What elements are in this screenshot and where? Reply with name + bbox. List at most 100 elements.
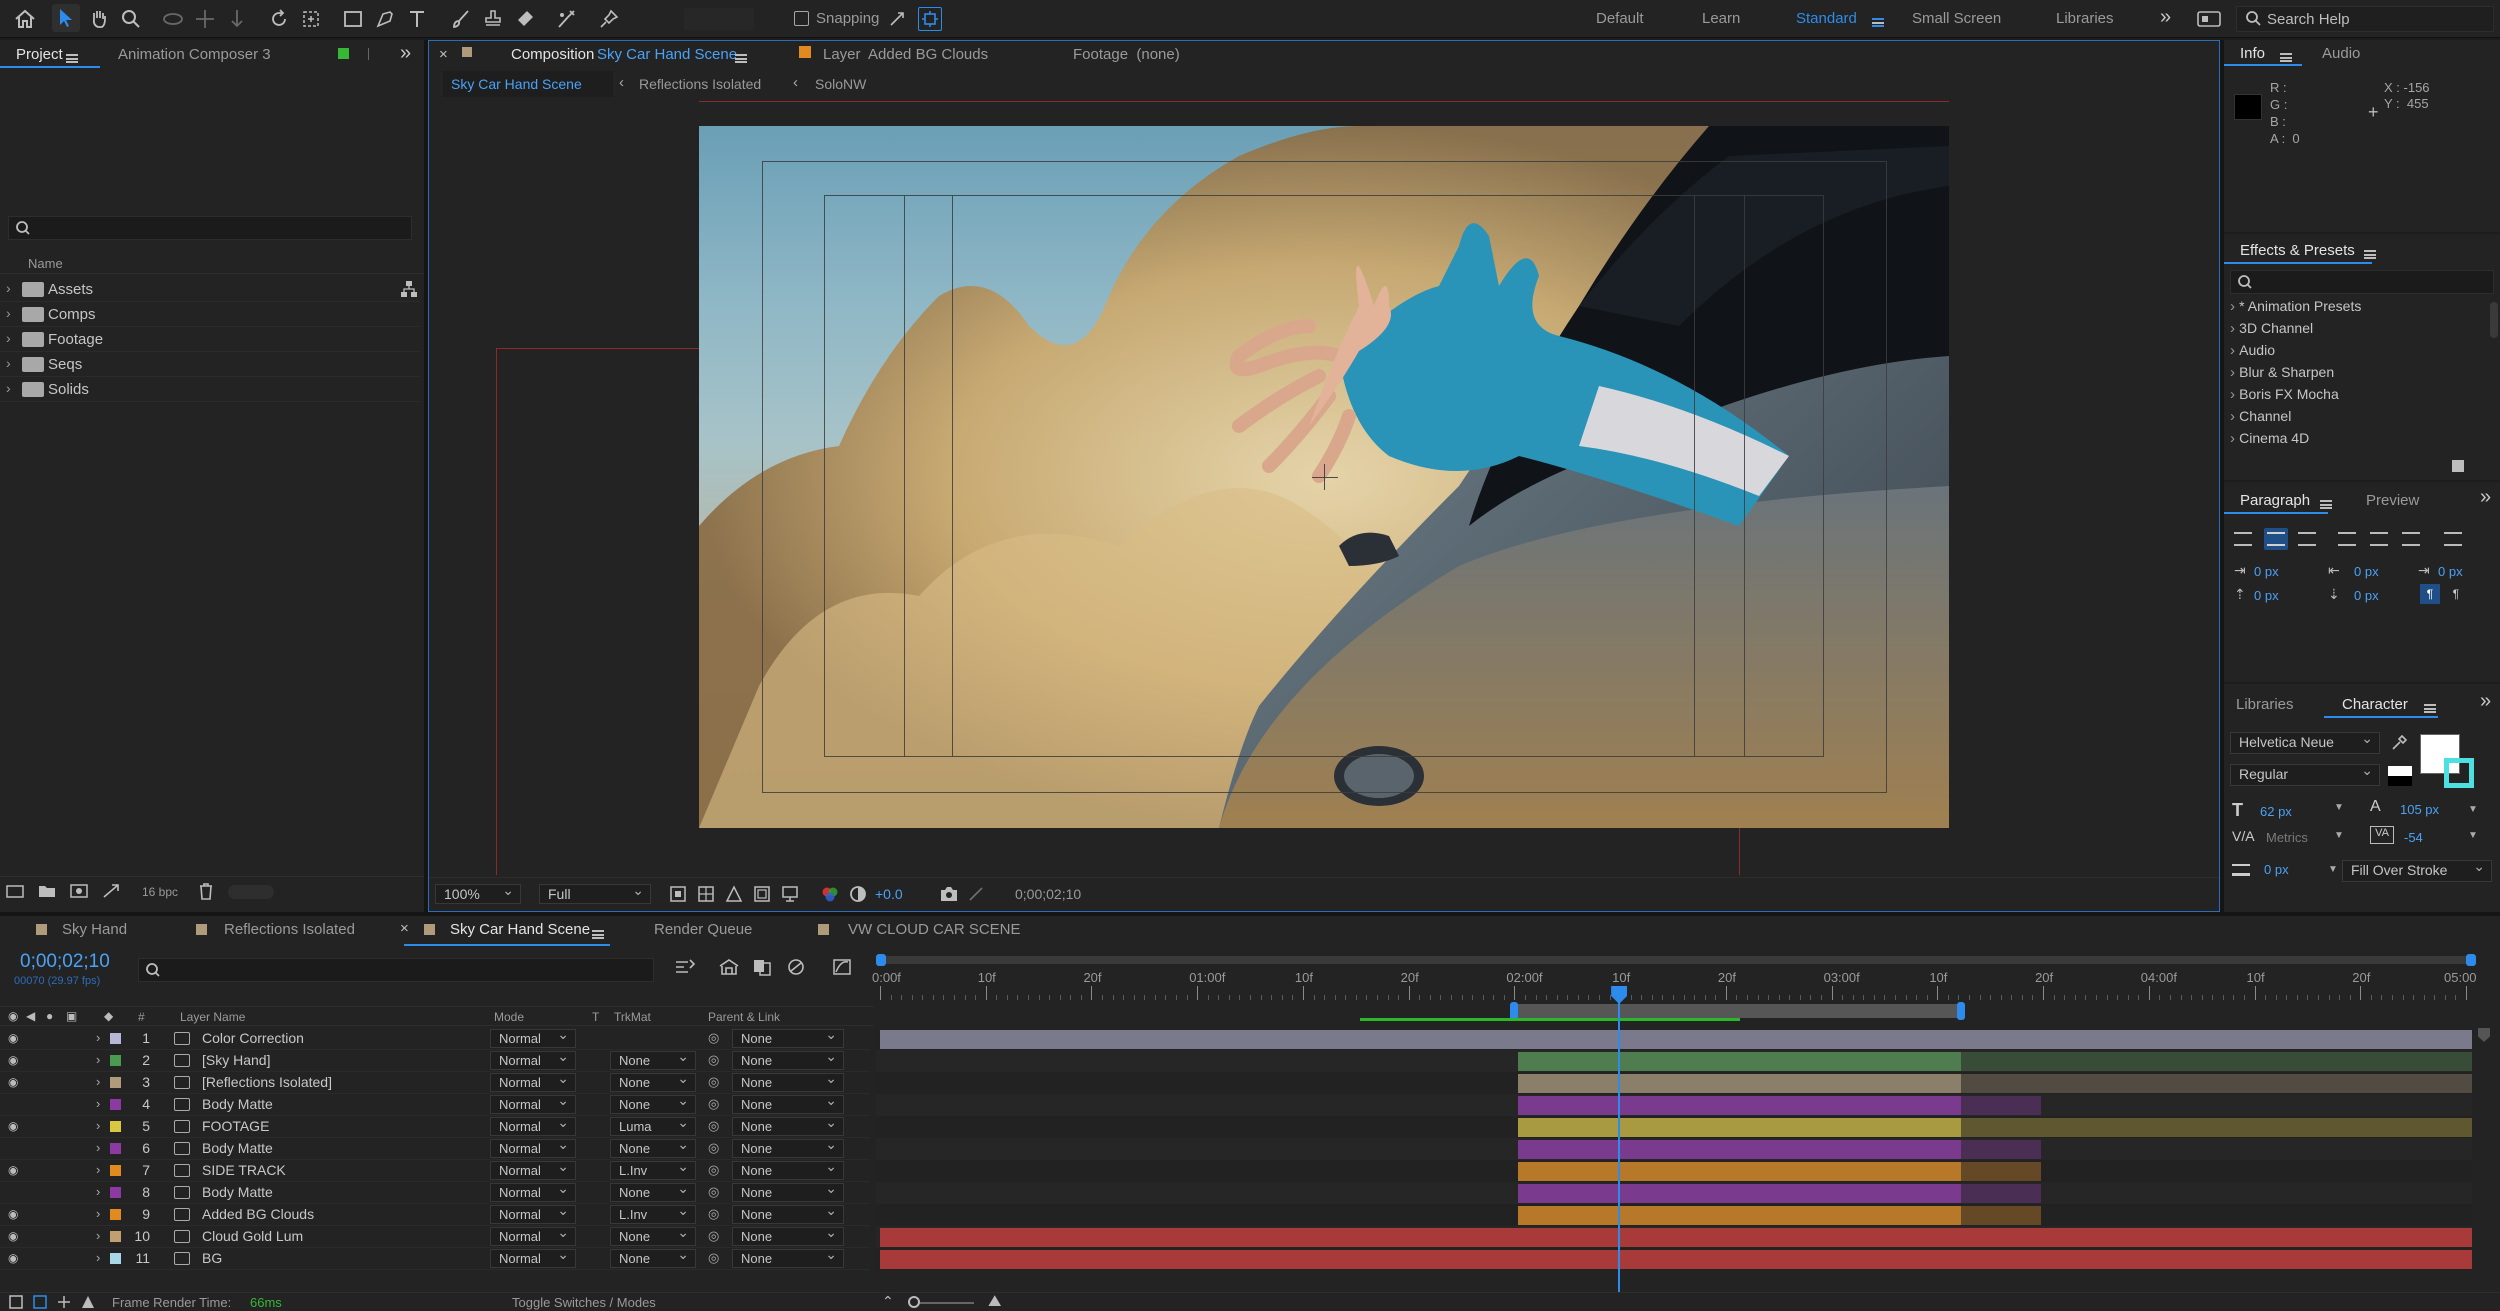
bpc-label[interactable]: 16 bpc	[142, 885, 178, 899]
parent-dropdown[interactable]: None	[732, 1224, 844, 1246]
space-before-value[interactable]: 0 px	[2254, 588, 2279, 603]
pen-tool-icon[interactable]	[372, 6, 398, 32]
workspace-small-screen[interactable]: Small Screen	[1912, 10, 2001, 27]
font-size-value[interactable]: 62 px	[2260, 804, 2292, 819]
justify-center-icon[interactable]	[2370, 532, 2388, 546]
justify-left-icon[interactable]	[2338, 532, 2356, 546]
rtl-direction-icon[interactable]: ¶	[2446, 584, 2466, 604]
navigator-start-handle[interactable]	[876, 954, 886, 966]
composition-menu-icon[interactable]	[735, 50, 747, 67]
navigator-end-handle[interactable]	[2466, 954, 2476, 966]
kerning-value[interactable]: Metrics	[2266, 830, 2308, 845]
align-center-icon[interactable]	[2264, 528, 2288, 550]
track-matte-dropdown[interactable]: None	[610, 1070, 696, 1092]
visibility-eye-icon[interactable]: ◉	[8, 1053, 18, 1067]
project-search-input[interactable]	[8, 216, 412, 240]
expand-twirl-icon[interactable]: ›	[96, 1096, 100, 1111]
stroke-color-swatch[interactable]	[2444, 758, 2474, 788]
layer-name[interactable]: Color Correction	[202, 1030, 304, 1046]
workspace-standard[interactable]: Standard	[1796, 10, 1857, 27]
visibility-eye-icon[interactable]: ◉	[8, 1207, 18, 1221]
zoom-out-icon[interactable]: ⌃	[882, 1293, 894, 1310]
mask-visibility-icon[interactable]	[725, 885, 743, 903]
sync-settings-icon[interactable]	[2196, 8, 2222, 30]
dolly-camera-icon[interactable]	[224, 6, 250, 32]
new-composition-icon[interactable]	[70, 883, 88, 899]
breadcrumb-item[interactable]: SoloNW	[815, 76, 866, 92]
workspace-default[interactable]: Default	[1596, 10, 1644, 27]
timeline-current-time[interactable]: 0;00;02;10	[20, 951, 110, 973]
track-matte-dropdown[interactable]: None	[610, 1246, 696, 1268]
blend-mode-dropdown[interactable]: Normal	[490, 1180, 576, 1202]
layer-row[interactable]: ◉ › 5 FOOTAGE Normal Luma ◎ None	[0, 1114, 870, 1138]
justify-all-icon[interactable]	[2444, 532, 2462, 546]
eyedropper-icon[interactable]	[2390, 734, 2408, 752]
graph-editor-icon[interactable]	[832, 958, 852, 976]
pick-whip-icon[interactable]: ◎	[708, 1162, 719, 1178]
blend-mode-dropdown[interactable]: Normal	[490, 1158, 576, 1180]
visibility-eye-icon[interactable]: ◉	[8, 1119, 18, 1133]
timeline-menu-icon[interactable]	[592, 926, 604, 943]
layer-row[interactable]: ◉ › 2 [Sky Hand] Normal None ◎ None	[0, 1048, 870, 1072]
zoom-dropdown[interactable]: 100%	[435, 881, 521, 904]
parent-dropdown[interactable]: None	[732, 1158, 844, 1180]
layer-bar[interactable]	[1518, 1052, 1962, 1071]
timeline-end-marker[interactable]	[2478, 1028, 2490, 1042]
search-help-field[interactable]: Search Help	[2236, 6, 2494, 32]
track-matte-dropdown[interactable]: L.Inv	[610, 1202, 696, 1224]
puppet-pin-tool-icon[interactable]	[596, 6, 622, 32]
selection-tool-icon[interactable]	[52, 4, 80, 32]
align-right-icon[interactable]	[2298, 532, 2316, 546]
pick-whip-icon[interactable]: ◎	[708, 1228, 719, 1244]
effect-category[interactable]: › 3D Channel	[2230, 320, 2313, 337]
blend-mode-dropdown[interactable]: Normal	[490, 1246, 576, 1268]
layer-row[interactable]: ◉ › 9 Added BG Clouds Normal L.Inv ◎ None	[0, 1202, 870, 1226]
blend-mode-dropdown[interactable]: Normal	[490, 1026, 576, 1048]
track-matte-dropdown[interactable]: L.Inv	[610, 1158, 696, 1180]
time-navigator[interactable]	[876, 956, 2470, 964]
stroke-mode-dropdown[interactable]: Fill Over Stroke	[2342, 857, 2492, 882]
project-menu-icon[interactable]	[66, 50, 78, 67]
layer-row[interactable]: ◉ › 3 [Reflections Isolated] Normal None ◎ None	[0, 1070, 870, 1094]
reset-exposure-icon[interactable]	[849, 885, 867, 903]
resolution-dropdown[interactable]: Full	[539, 881, 651, 904]
pick-whip-icon[interactable]: ◎	[708, 1206, 719, 1222]
more-workspaces-icon[interactable]: »	[2160, 6, 2171, 29]
layer-name[interactable]: SIDE TRACK	[202, 1162, 286, 1178]
rectangle-tool-icon[interactable]	[340, 6, 366, 32]
timeline-tab-active[interactable]: Sky Car Hand Scene	[450, 921, 590, 938]
layer-bar[interactable]	[1518, 1140, 1962, 1159]
snapshot-icon[interactable]	[939, 885, 959, 903]
render-time-icon[interactable]	[80, 1294, 96, 1310]
composition-mini-flowchart-icon[interactable]	[674, 958, 696, 976]
frame-blending-icon[interactable]	[786, 958, 806, 976]
composition-tab-name[interactable]: Sky Car Hand Scene	[597, 46, 737, 63]
roto-brush-tool-icon[interactable]	[554, 6, 580, 32]
zoom-tool-icon[interactable]	[118, 6, 144, 32]
effect-category[interactable]: › Channel	[2230, 408, 2291, 425]
effect-category[interactable]: › Cinema 4D	[2230, 430, 2309, 447]
layer-tab[interactable]: Layer Added BG Clouds	[823, 46, 988, 63]
parent-dropdown[interactable]: None	[732, 1092, 844, 1114]
tab-project[interactable]: Project	[16, 46, 63, 63]
effect-category[interactable]: › Audio	[2230, 342, 2275, 359]
comp-viewer[interactable]	[429, 101, 2219, 875]
tracking-value[interactable]: -54	[2404, 830, 2423, 845]
timeline-tab[interactable]: Sky Hand	[62, 921, 127, 938]
paragraph-menu-icon[interactable]	[2320, 496, 2332, 513]
pick-whip-icon[interactable]: ◎	[708, 1096, 719, 1112]
timeline-zoom-thumb[interactable]	[908, 1296, 920, 1308]
pick-whip-icon[interactable]: ◎	[708, 1052, 719, 1068]
visibility-eye-icon[interactable]: ◉	[8, 1031, 18, 1045]
effect-category[interactable]: › Boris FX Mocha	[2230, 386, 2339, 403]
pick-whip-icon[interactable]: ◎	[708, 1140, 719, 1156]
tab-character[interactable]: Character	[2342, 696, 2408, 713]
rotate-tool-icon[interactable]	[266, 6, 292, 32]
track-matte-dropdown[interactable]: None	[610, 1180, 696, 1202]
layer-bar-tail[interactable]	[1961, 1140, 2042, 1159]
layer-name[interactable]: Body Matte	[202, 1096, 273, 1112]
pick-whip-icon[interactable]: ◎	[708, 1030, 719, 1046]
current-time-display[interactable]: 0;00;02;10	[1015, 886, 1081, 902]
composition-tab-prefix[interactable]: Composition	[511, 46, 594, 63]
expand-twirl-icon[interactable]: ›	[96, 1162, 100, 1177]
